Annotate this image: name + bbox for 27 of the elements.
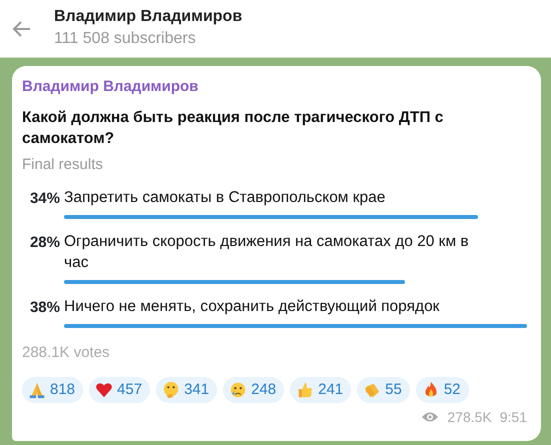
reaction-button[interactable]: 52 <box>416 376 469 403</box>
crying-face-icon <box>229 380 248 399</box>
option-percent: 34% <box>28 189 60 210</box>
reaction-button[interactable]: 457 <box>89 376 150 403</box>
vote-count: 288.1K votes <box>22 343 111 364</box>
poll-status: Final results <box>22 154 104 175</box>
channel-title: Владимир Владимиров <box>54 6 242 27</box>
thinking-face-icon <box>162 380 180 399</box>
heart-icon <box>95 380 114 399</box>
option-percent: 38% <box>28 298 60 318</box>
option-text: Ограничить скорость движения на самокатах до 20 км в час <box>64 232 470 274</box>
option-percent: 28% <box>28 233 60 254</box>
option-text: Ничего не менять, сохранить действующий порядок <box>64 297 440 318</box>
view-count: 278.5K <box>447 408 492 427</box>
reaction-button[interactable]: 241 <box>290 376 352 403</box>
reaction-button[interactable]: 341 <box>156 376 218 403</box>
author-name: Владимир Владимиров <box>22 77 200 97</box>
back-icon[interactable] <box>12 18 32 38</box>
subscriber-count: 111 508 subscribers <box>54 28 197 49</box>
reaction-button[interactable]: 55 <box>357 376 410 403</box>
reaction-button[interactable]: 248 <box>223 376 284 403</box>
option-text: Запретить самокаты в Ставропольском крае <box>64 188 386 208</box>
reaction-button[interactable]: 818 <box>22 376 84 403</box>
eye-icon <box>421 411 440 424</box>
message-time: 9:51 <box>500 408 527 427</box>
thumbs-up-icon <box>296 380 314 399</box>
poll-question: Какой должна быть реакция после трагического ДТП с самокатом? <box>22 108 444 150</box>
